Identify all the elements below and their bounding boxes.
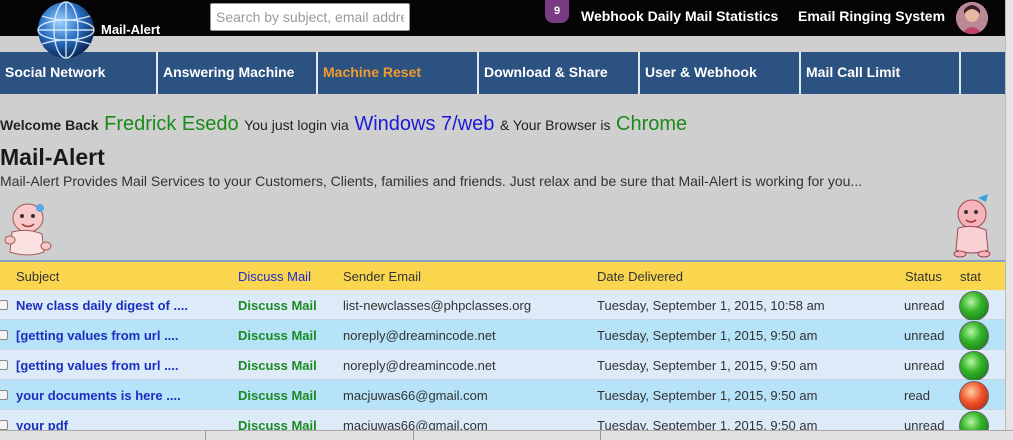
status-divider — [600, 431, 601, 440]
brand-name[interactable]: Mail-Alert — [101, 22, 160, 37]
row-checkbox[interactable] — [0, 300, 8, 310]
login-text: You just login via — [244, 117, 349, 133]
email-ringing-link[interactable]: Email Ringing System — [798, 8, 945, 24]
row-sender: noreply@dreamincode.net — [343, 328, 496, 343]
page-description: Mail-Alert Provides Mail Services to you… — [0, 173, 863, 189]
row-checkbox[interactable] — [0, 420, 8, 430]
webhook-stats-link[interactable]: Webhook Daily Mail Statistics — [581, 8, 778, 24]
row-status: unread — [904, 298, 945, 313]
row-subject[interactable]: [getting values from url .... — [16, 328, 179, 343]
table-row[interactable]: your documents is here .... Discuss Mail… — [0, 380, 1005, 411]
table-row[interactable]: [getting values from url .... Discuss Ma… — [0, 350, 1005, 381]
browser-name: Chrome — [616, 113, 688, 135]
col-subject[interactable]: Subject — [16, 269, 59, 284]
status-bar — [0, 430, 1013, 440]
globe-icon[interactable] — [34, 0, 98, 60]
row-subject[interactable]: New class daily digest of .... — [16, 298, 188, 313]
col-discuss[interactable]: Discuss Mail — [238, 269, 311, 284]
discuss-mail-link[interactable]: Discuss Mail — [238, 328, 317, 343]
nav-download-share[interactable]: Download & Share — [479, 52, 640, 94]
col-stat[interactable]: stat — [960, 269, 981, 284]
status-divider — [413, 431, 414, 440]
vertical-scrollbar[interactable] — [1005, 0, 1013, 440]
row-status: unread — [904, 358, 945, 373]
nav-machine-reset[interactable]: Machine Reset — [318, 52, 479, 94]
status-light-icon — [959, 321, 989, 351]
baby-icon — [4, 203, 52, 256]
row-date: Tuesday, September 1, 2015, 9:50 am — [597, 358, 818, 373]
row-checkbox[interactable] — [0, 360, 8, 370]
status-light-icon — [959, 351, 989, 381]
welcome-line: Welcome Back Fredrick Esedo You just log… — [0, 113, 687, 136]
discuss-mail-link[interactable]: Discuss Mail — [238, 388, 317, 403]
table-row[interactable]: [getting values from url .... Discuss Ma… — [0, 320, 1005, 351]
row-status: unread — [904, 328, 945, 343]
row-checkbox[interactable] — [0, 330, 8, 340]
browser-text: & Your Browser is — [499, 117, 611, 133]
row-sender: macjuwas66@gmail.com — [343, 388, 488, 403]
row-date: Tuesday, September 1, 2015, 9:50 am — [597, 328, 818, 343]
row-sender: noreply@dreamincode.net — [343, 358, 496, 373]
nav-mail-call-limit[interactable]: Mail Call Limit — [801, 52, 961, 94]
discuss-mail-link[interactable]: Discuss Mail — [238, 358, 317, 373]
mail-table: Subject Discuss Mail Sender Email Date D… — [0, 260, 1005, 440]
nav-answering-machine[interactable]: Answering Machine — [158, 52, 318, 94]
baby-icon — [953, 194, 991, 258]
row-status: read — [904, 388, 931, 403]
page-title: Mail-Alert — [0, 144, 105, 170]
table-row[interactable]: New class daily digest of .... Discuss M… — [0, 290, 1005, 321]
login-os: Windows 7/web — [354, 113, 495, 135]
main-nav: Social Network Answering Machine Machine… — [0, 52, 1005, 94]
row-date: Tuesday, September 1, 2015, 10:58 am — [597, 298, 825, 313]
row-subject[interactable]: your documents is here .... — [16, 388, 181, 403]
status-divider — [205, 431, 206, 440]
nav-user-webhook[interactable]: User & Webhook — [640, 52, 801, 94]
status-light-icon — [959, 381, 989, 411]
row-checkbox[interactable] — [0, 390, 8, 400]
status-light-icon — [959, 291, 989, 321]
search-input[interactable] — [210, 3, 410, 31]
col-date[interactable]: Date Delivered — [597, 269, 683, 284]
row-subject[interactable]: [getting values from url .... — [16, 358, 179, 373]
notification-badge[interactable]: 9 — [545, 0, 569, 23]
discuss-mail-link[interactable]: Discuss Mail — [238, 298, 317, 313]
col-status[interactable]: Status — [905, 269, 942, 284]
user-name: Fredrick Esedo — [104, 113, 239, 135]
col-sender[interactable]: Sender Email — [343, 269, 421, 284]
row-date: Tuesday, September 1, 2015, 9:50 am — [597, 388, 818, 403]
row-sender: list-newclasses@phpclasses.org — [343, 298, 532, 313]
welcome-label: Welcome Back — [0, 117, 99, 133]
user-avatar[interactable] — [956, 2, 988, 34]
table-header: Subject Discuss Mail Sender Email Date D… — [0, 260, 1005, 290]
